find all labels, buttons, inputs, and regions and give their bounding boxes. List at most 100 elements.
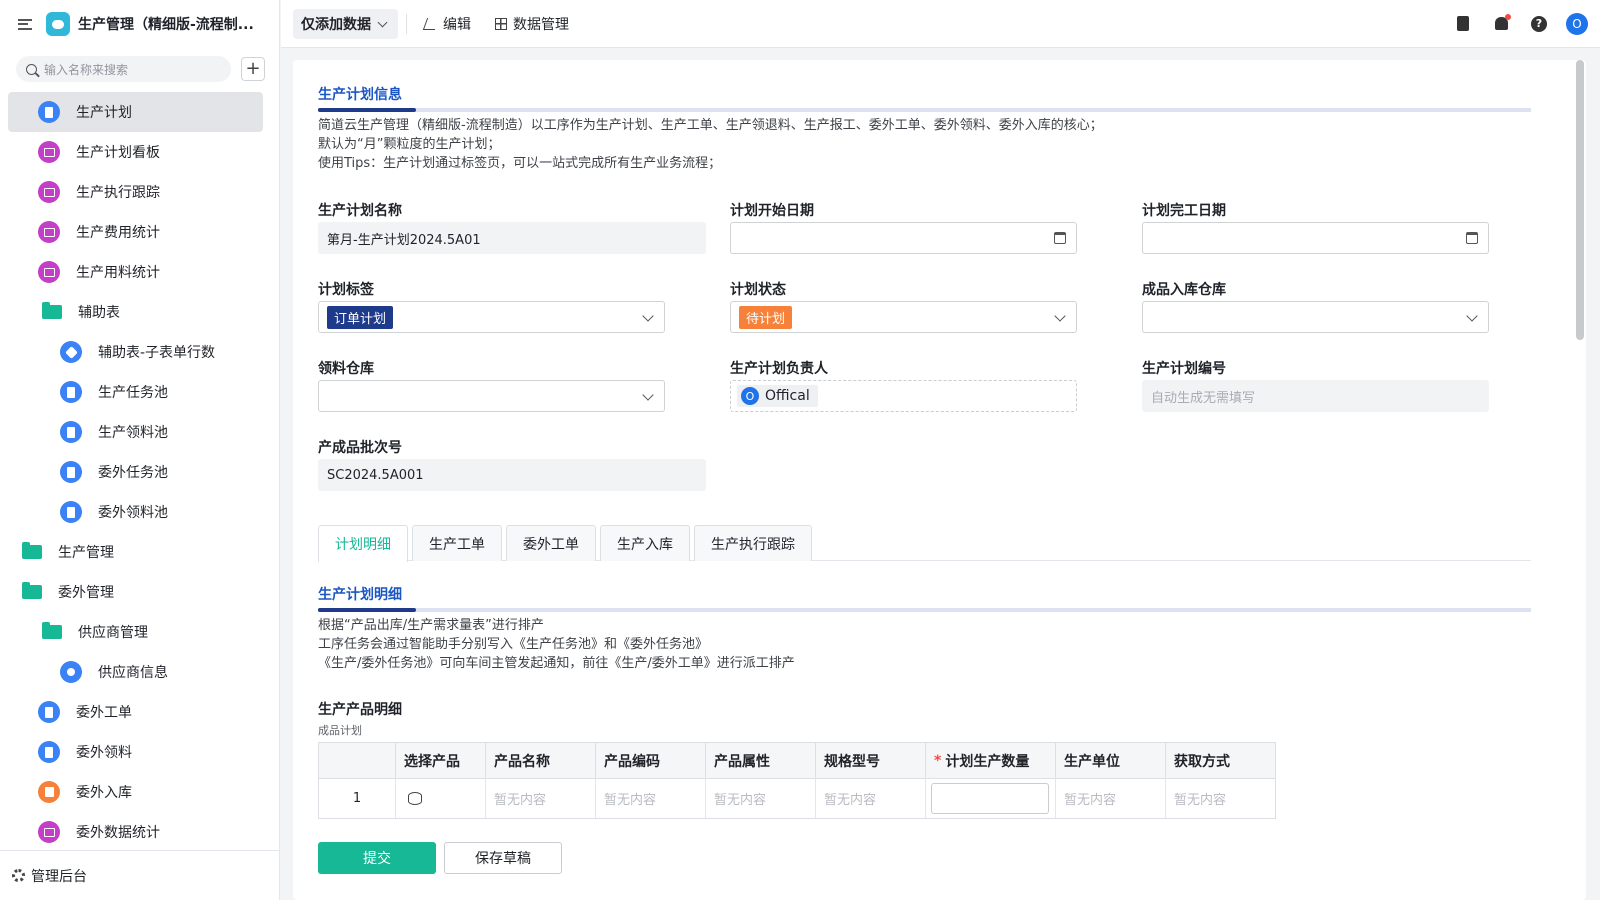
chart-icon — [38, 181, 60, 203]
table-cell: 暂无内容 — [486, 778, 596, 818]
avatar: O — [741, 387, 759, 405]
tag-chip: 订单计划 — [327, 305, 394, 329]
document-icon — [60, 461, 82, 483]
add-button[interactable]: + — [241, 57, 265, 81]
nav-item-outsource-inbound[interactable]: 委外入库 — [8, 772, 263, 812]
tab-outsource-order[interactable]: 委外工单 — [506, 525, 596, 561]
tag-icon — [60, 341, 82, 363]
tab-bar: 计划明细 生产工单 委外工单 生产入库 生产执行跟踪 — [318, 525, 1531, 562]
table-header — [319, 743, 396, 778]
nav-item-plan-board[interactable]: 生产计划看板 — [8, 132, 263, 172]
nav-list: 生产计划 生产计划看板 生产执行跟踪 生产费用统计 生产用料统计 辅助表 辅助表… — [0, 92, 279, 852]
pick-warehouse-label: 领料仓库 — [318, 361, 374, 377]
end-date-field[interactable] — [1142, 222, 1489, 254]
warehouse-select[interactable] — [1142, 301, 1489, 333]
chevron-down-icon — [377, 17, 388, 27]
help-icon: ? — [1531, 15, 1547, 32]
inbound-icon — [38, 781, 60, 803]
table-header: 产品编码 — [596, 743, 706, 778]
quantity-input[interactable] — [931, 783, 1049, 814]
tab-inbound[interactable]: 生产入库 — [600, 525, 690, 561]
batch-field[interactable]: SC2024.5A001 — [318, 459, 706, 491]
nav-folder-supplier[interactable]: 供应商管理 — [8, 612, 263, 652]
nav-item-production-plan[interactable]: 生产计划 — [8, 92, 263, 132]
select-product-cell[interactable] — [396, 778, 486, 818]
app-logo-icon — [46, 12, 70, 36]
avatar: O — [1566, 12, 1588, 35]
tab-plan-detail[interactable]: 计划明细 — [318, 525, 408, 562]
section-title-plan-info: 生产计划信息 — [318, 87, 402, 103]
start-date-field[interactable] — [730, 222, 1077, 254]
nav-item-task-pool[interactable]: 生产任务池 — [8, 372, 263, 412]
tab-exec-tracking[interactable]: 生产执行跟踪 — [694, 525, 812, 561]
table-cell: 暂无内容 — [596, 778, 706, 818]
nav-item-outsource-task-pool[interactable]: 委外任务池 — [8, 452, 263, 492]
edit-button[interactable]: 编辑 — [417, 9, 479, 39]
nav-item-outsource-stats[interactable]: 委外数据统计 — [8, 812, 263, 852]
table-header-required: * 计划生产数量 — [926, 743, 1056, 778]
nav-item-pick-pool[interactable]: 生产领料池 — [8, 412, 263, 452]
owner-field[interactable]: O Offical — [730, 380, 1077, 412]
plan-name-field[interactable]: 第月-生产计划2024.5A01 — [318, 222, 706, 254]
gear-icon — [12, 869, 25, 882]
chevron-down-icon — [1054, 310, 1066, 322]
user-avatar[interactable]: O — [1566, 12, 1588, 35]
user-icon — [60, 661, 82, 683]
database-icon[interactable] — [408, 792, 422, 805]
notification-button[interactable] — [1490, 13, 1512, 35]
section-description: 简道云生产管理（精细版-流程制造）以工序作为生产计划、生产工单、生产领退料、生产… — [318, 118, 1103, 171]
folder-icon — [22, 582, 42, 599]
required-mark: * — [934, 752, 942, 769]
quantity-cell — [926, 778, 1056, 818]
search-input[interactable]: 输入名称来搜索 — [16, 56, 231, 82]
nav-item-outsource-pick[interactable]: 委外领料 — [8, 732, 263, 772]
nav-item-outsource-order[interactable]: 委外工单 — [8, 692, 263, 732]
section-description: 根据“产品出库/生产需求量表”进行排产 工序任务会通过智能助手分别写入《生产任务… — [318, 618, 795, 671]
chevron-down-icon — [642, 310, 654, 322]
menu-icon[interactable] — [18, 18, 32, 30]
section-underline — [318, 108, 1531, 112]
sidebar-search: 输入名称来搜索 + — [0, 48, 279, 92]
nav-folder-outsource[interactable]: 委外管理 — [8, 572, 263, 612]
nav-item-exec-tracking[interactable]: 生产执行跟踪 — [8, 172, 263, 212]
nav-item-outsource-pick-pool[interactable]: 委外领料池 — [8, 492, 263, 532]
nav-item-supplier-info[interactable]: 供应商信息 — [8, 652, 263, 692]
calendar-icon — [1466, 232, 1478, 244]
admin-link[interactable]: 管理后台 — [0, 850, 280, 900]
bell-icon — [1494, 14, 1511, 30]
nav-folder-production[interactable]: 生产管理 — [8, 532, 263, 572]
book-button[interactable] — [1452, 13, 1474, 35]
nav-folder-aux[interactable]: 辅助表 — [8, 292, 263, 332]
nav-item-cost-stats[interactable]: 生产费用统计 — [8, 212, 263, 252]
table-header: 产品名称 — [486, 743, 596, 778]
folder-icon — [22, 542, 42, 559]
help-button[interactable]: ? — [1528, 13, 1550, 35]
table-cell: 暂无内容 — [1166, 778, 1275, 818]
status-badge: 待计划 — [739, 305, 793, 329]
owner-chip: O Offical — [737, 385, 818, 407]
start-date-label: 计划开始日期 — [730, 203, 814, 219]
tab-work-order[interactable]: 生产工单 — [412, 525, 502, 561]
warehouse-label: 成品入库仓库 — [1142, 282, 1226, 298]
search-icon — [26, 63, 37, 75]
table-cell: 暂无内容 — [706, 778, 816, 818]
divider — [406, 13, 407, 34]
pick-warehouse-select[interactable] — [318, 380, 665, 412]
top-toolbar: 仅添加数据 编辑 数据管理 ? O — [281, 0, 1600, 48]
app-title[interactable]: 生产管理（精细版-流程制... — [78, 14, 258, 34]
scrollbar[interactable] — [1576, 60, 1584, 340]
save-draft-button[interactable]: 保存草稿 — [444, 842, 562, 874]
document-icon — [38, 741, 60, 763]
table-header: 获取方式 — [1166, 743, 1275, 778]
plan-tag-select[interactable]: 订单计划 — [318, 301, 665, 333]
pencil-icon — [422, 17, 440, 30]
plan-status-select[interactable]: 待计划 — [730, 301, 1077, 333]
document-icon — [38, 101, 60, 123]
nav-item-material-stats[interactable]: 生产用料统计 — [8, 252, 263, 292]
data-manage-button[interactable]: 数据管理 — [487, 9, 577, 39]
section-title-plan-detail: 生产计划明细 — [318, 587, 402, 603]
view-select-dropdown[interactable]: 仅添加数据 — [293, 8, 398, 39]
submit-button[interactable]: 提交 — [318, 842, 436, 874]
plan-tag-label: 计划标签 — [318, 282, 374, 298]
nav-item-aux-rows[interactable]: 辅助表-子表单行数 — [8, 332, 263, 372]
